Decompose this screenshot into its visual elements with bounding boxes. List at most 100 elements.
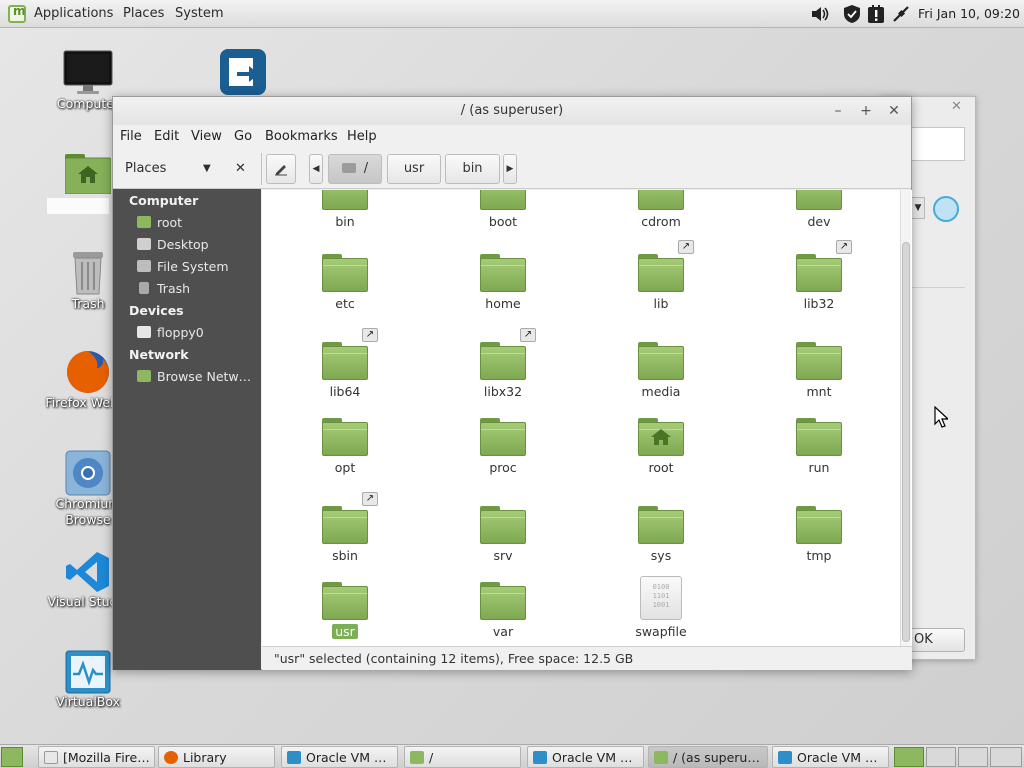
menu-go[interactable]: Go [234, 125, 252, 149]
folder-icon [654, 751, 668, 764]
sidebar-item-trash[interactable]: Trash [137, 281, 257, 301]
menu-edit[interactable]: Edit [154, 125, 179, 149]
task-library[interactable]: Library [158, 746, 275, 768]
file-item-sbin[interactable]: sbin ↗ [285, 492, 405, 564]
task-superuser-folder[interactable]: / (as superu… [648, 746, 768, 768]
menu-file[interactable]: File [120, 125, 142, 149]
workspace-4[interactable] [990, 747, 1022, 767]
desktop-icon-app[interactable] [188, 48, 298, 96]
breadcrumb-back-arrow[interactable]: ◀ [309, 154, 323, 184]
file-item-bin[interactable]: bin [285, 190, 405, 230]
sidebar-heading-computer: Computer [129, 193, 199, 208]
disc-icon[interactable] [933, 196, 959, 222]
file-item-mnt[interactable]: mnt [759, 342, 879, 400]
folder-icon [796, 418, 842, 456]
sidebar-item-file-system[interactable]: File System [137, 259, 257, 279]
app-arrow-icon [219, 48, 267, 96]
window-title[interactable]: / (as superuser) [113, 97, 911, 125]
sidebar-item-floppy0[interactable]: floppy0 [137, 325, 257, 345]
firefox-icon [65, 349, 111, 395]
file-view[interactable]: bin boot cdrom dev etc home lib ↗ lib32 ↗ … [262, 190, 912, 646]
file-item-usr[interactable]: usr [285, 582, 405, 640]
maximize-button[interactable]: + [856, 101, 876, 121]
chevron-down-icon[interactable]: ▼ [203, 155, 211, 183]
symlink-arrow-icon: ↗ [362, 328, 378, 342]
file-item-run[interactable]: run [759, 418, 879, 476]
file-item-tmp[interactable]: tmp [759, 506, 879, 564]
file-item-boot[interactable]: boot [443, 190, 563, 230]
folder-icon [480, 582, 526, 620]
mouse-cursor-icon [934, 405, 950, 432]
breadcrumb-bin[interactable]: bin [445, 154, 500, 184]
folder-icon [322, 190, 368, 210]
file-item-root[interactable]: root [601, 418, 721, 476]
menu-bookmarks[interactable]: Bookmarks [265, 125, 338, 149]
file-item-swapfile[interactable]: 0100 1101 1001 swapfile [601, 576, 721, 640]
drive-icon [137, 260, 151, 272]
file-item-home[interactable]: home [443, 254, 563, 312]
symlink-arrow-icon: ↗ [362, 492, 378, 506]
task-root-folder[interactable]: / [404, 746, 521, 768]
show-desktop-icon[interactable] [1, 747, 23, 767]
folder-icon [322, 342, 368, 380]
symlink-arrow-icon: ↗ [520, 328, 536, 342]
sidebar-item-root[interactable]: root [137, 215, 257, 235]
close-button[interactable]: ✕ [884, 101, 904, 121]
workspace-1[interactable] [894, 747, 924, 767]
file-item-sys[interactable]: sys [601, 506, 721, 564]
menu-help[interactable]: Help [347, 125, 377, 149]
file-item-lib64[interactable]: lib64 ↗ [285, 328, 405, 400]
sidebar-item-desktop[interactable]: Desktop [137, 237, 257, 257]
dialog-field[interactable] [911, 127, 965, 161]
minimize-button[interactable]: – [828, 101, 848, 121]
file-item-dev[interactable]: dev [759, 190, 879, 230]
task-oracle-vm-2[interactable]: Oracle VM … [527, 746, 644, 768]
file-item-media[interactable]: media [601, 342, 721, 400]
close-icon[interactable]: ✕ [951, 99, 962, 114]
task-mozilla-firefox[interactable]: [Mozilla Fire… [38, 746, 155, 768]
file-item-var[interactable]: var [443, 582, 563, 640]
file-item-srv[interactable]: srv [443, 506, 563, 564]
close-sidebar-icon[interactable]: ✕ [235, 155, 246, 183]
clock[interactable]: Fri Jan 10, 09:20 [918, 0, 1020, 28]
bottom-panel: [Mozilla Fire… Library Oracle VM … / Ora… [0, 744, 1024, 768]
update-manager-icon[interactable] [866, 4, 886, 24]
places-menu[interactable]: Places [123, 0, 164, 28]
applications-menu[interactable]: Applications [34, 0, 113, 28]
toggle-location-button[interactable] [266, 154, 296, 184]
symlink-arrow-icon: ↗ [678, 240, 694, 254]
sidebar-heading-devices: Devices [129, 303, 184, 318]
file-item-opt[interactable]: opt [285, 418, 405, 476]
system-menu[interactable]: System [175, 0, 223, 28]
home-folder-icon [638, 418, 684, 456]
volume-icon[interactable] [810, 4, 830, 24]
folder-icon [410, 751, 424, 764]
mint-menu-icon[interactable] [8, 4, 26, 23]
file-item-proc[interactable]: proc [443, 418, 563, 476]
file-item-lib32[interactable]: lib32 ↗ [759, 240, 879, 312]
floppy-icon [137, 326, 151, 338]
network-icon[interactable] [891, 4, 911, 24]
file-item-lib[interactable]: lib ↗ [601, 240, 721, 312]
breadcrumb-forward-arrow[interactable]: ▶ [503, 154, 517, 184]
dropdown-arrow-icon[interactable]: ▼ [911, 197, 925, 219]
folder-icon [322, 254, 368, 292]
menu-view[interactable]: View [191, 125, 222, 149]
scrollbar-thumb[interactable] [902, 242, 910, 642]
file-item-libx32[interactable]: libx32 ↗ [443, 328, 563, 400]
workspace-2[interactable] [926, 747, 956, 767]
top-panel: Applications Places System Fri Jan 10, 0… [0, 0, 1024, 28]
ok-button[interactable]: OK [909, 628, 965, 652]
file-item-cdrom[interactable]: cdrom [601, 190, 721, 230]
task-oracle-vm-1[interactable]: Oracle VM … [281, 746, 398, 768]
places-combo[interactable]: Places ▼ ✕ [119, 155, 259, 183]
shield-icon[interactable] [842, 4, 862, 24]
task-oracle-vm-3[interactable]: Oracle VM … [772, 746, 889, 768]
workspace-3[interactable] [958, 747, 988, 767]
folder-icon [480, 506, 526, 544]
sidebar-item-browse-network[interactable]: Browse Netw… [137, 369, 257, 389]
breadcrumb-usr[interactable]: usr [387, 154, 441, 184]
scrollbar-track[interactable] [900, 190, 911, 646]
file-item-etc[interactable]: etc [285, 254, 405, 312]
breadcrumb-root[interactable]: / [328, 154, 382, 184]
